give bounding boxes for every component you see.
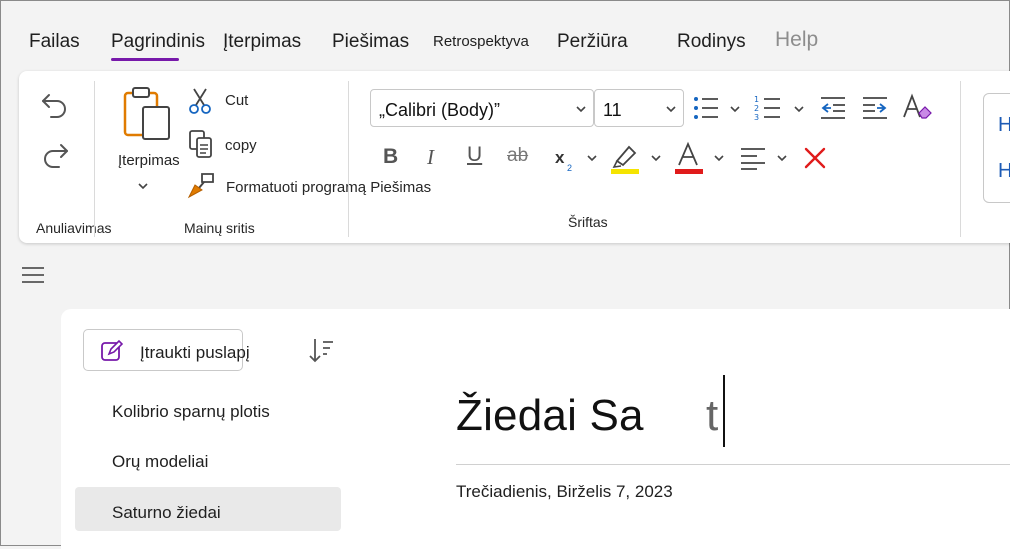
active-tab-indicator	[111, 58, 179, 61]
highlight-icon[interactable]	[609, 141, 641, 175]
increase-indent-icon[interactable]	[861, 94, 889, 122]
page-date: Trečiadienis, Birželis 7, 2023	[456, 482, 673, 501]
tab-insert[interactable]: Įterpimas	[223, 31, 301, 53]
tab-help[interactable]: Help	[775, 28, 818, 52]
clear-formatting-icon[interactable]	[901, 93, 933, 123]
hamburger-menu-icon[interactable]	[21, 265, 45, 285]
svg-text:2: 2	[754, 104, 759, 113]
undo-icon[interactable]	[39, 89, 71, 121]
ribbon-separator	[960, 81, 961, 237]
page-canvas[interactable]	[357, 309, 1010, 549]
cut-icon[interactable]	[188, 87, 212, 115]
page-title-tail[interactable]: t	[706, 391, 718, 441]
decrease-indent-icon[interactable]	[819, 94, 847, 122]
format-painter-icon[interactable]	[186, 171, 216, 199]
page-list-item[interactable]: Kolibrio sparnų plotis	[112, 402, 270, 422]
chevron-down-icon[interactable]	[713, 153, 725, 163]
style-heading1-preview[interactable]: H	[998, 114, 1010, 137]
tab-draw[interactable]: Piešimas	[332, 31, 409, 53]
ribbon-separator	[94, 81, 95, 237]
underline-icon[interactable]: U	[467, 143, 482, 167]
chevron-down-icon[interactable]	[776, 153, 788, 163]
chevron-down-icon	[666, 106, 676, 113]
svg-text:3: 3	[754, 113, 759, 122]
align-left-icon[interactable]	[739, 145, 767, 171]
ribbon-separator	[348, 81, 349, 237]
undo-group-label: Anuliavimas	[36, 220, 112, 236]
subscript-icon[interactable]: x2	[555, 147, 577, 173]
chevron-down-icon[interactable]	[650, 153, 662, 163]
svg-text:1: 1	[754, 95, 759, 104]
font-name-select[interactable]: „Calibri (Body)”	[370, 89, 594, 127]
add-page-button[interactable]: Įtraukti puslapį	[83, 329, 250, 371]
font-size-select[interactable]: 11	[594, 89, 684, 127]
add-page-icon	[101, 339, 124, 361]
delete-icon[interactable]	[803, 146, 827, 170]
tab-review[interactable]: Peržiūra	[557, 31, 628, 53]
title-underline	[456, 464, 1010, 465]
font-size-value: 11	[603, 100, 622, 120]
tab-history[interactable]: Retrospektyva	[433, 33, 529, 50]
strikethrough-icon[interactable]: ab	[507, 145, 528, 167]
numbered-list-icon[interactable]: 123	[753, 93, 783, 123]
svg-text:x: x	[555, 148, 565, 167]
paste-button[interactable]: Įterpimas	[118, 152, 180, 169]
tab-file[interactable]: Failas	[29, 31, 80, 53]
font-name-value: „Calibri (Body)”	[379, 100, 501, 120]
page-list-item[interactable]: Orų modeliai	[112, 452, 208, 472]
svg-text:2: 2	[567, 163, 572, 173]
font-color-icon[interactable]	[674, 141, 704, 175]
bold-icon[interactable]: B	[383, 145, 398, 169]
page-list-item[interactable]: Saturno žiedai	[112, 503, 221, 523]
chevron-down-icon[interactable]	[729, 104, 741, 114]
chevron-down-icon[interactable]	[586, 153, 598, 163]
italic-icon[interactable]: I	[427, 145, 434, 170]
copy-icon[interactable]	[188, 129, 214, 159]
style-heading2-preview[interactable]: H	[998, 160, 1010, 183]
chevron-down-icon[interactable]	[793, 104, 805, 114]
cut-button[interactable]: Cut	[225, 92, 248, 109]
sort-icon[interactable]	[307, 337, 335, 365]
text-cursor	[723, 375, 725, 447]
format-painter-button[interactable]: Formatuoti programą Piešimas	[226, 179, 431, 196]
clipboard-group-label: Mainų sritis	[184, 220, 255, 236]
styles-gallery[interactable]: H H	[983, 93, 1010, 203]
bullet-list-icon[interactable]	[691, 93, 721, 123]
paste-dropdown-chevron-icon[interactable]	[137, 181, 149, 191]
paste-icon[interactable]	[119, 85, 175, 143]
copy-button[interactable]: copy	[225, 137, 257, 154]
tab-view[interactable]: Rodinys	[677, 31, 746, 53]
add-page-label: Įtraukti puslapį	[140, 343, 250, 362]
font-group-label: Šriftas	[568, 214, 608, 230]
redo-icon[interactable]	[39, 139, 71, 171]
chevron-down-icon	[576, 106, 586, 113]
page-title[interactable]: Žiedai Sa	[456, 391, 644, 441]
tab-home[interactable]: Pagrindinis	[111, 31, 205, 53]
